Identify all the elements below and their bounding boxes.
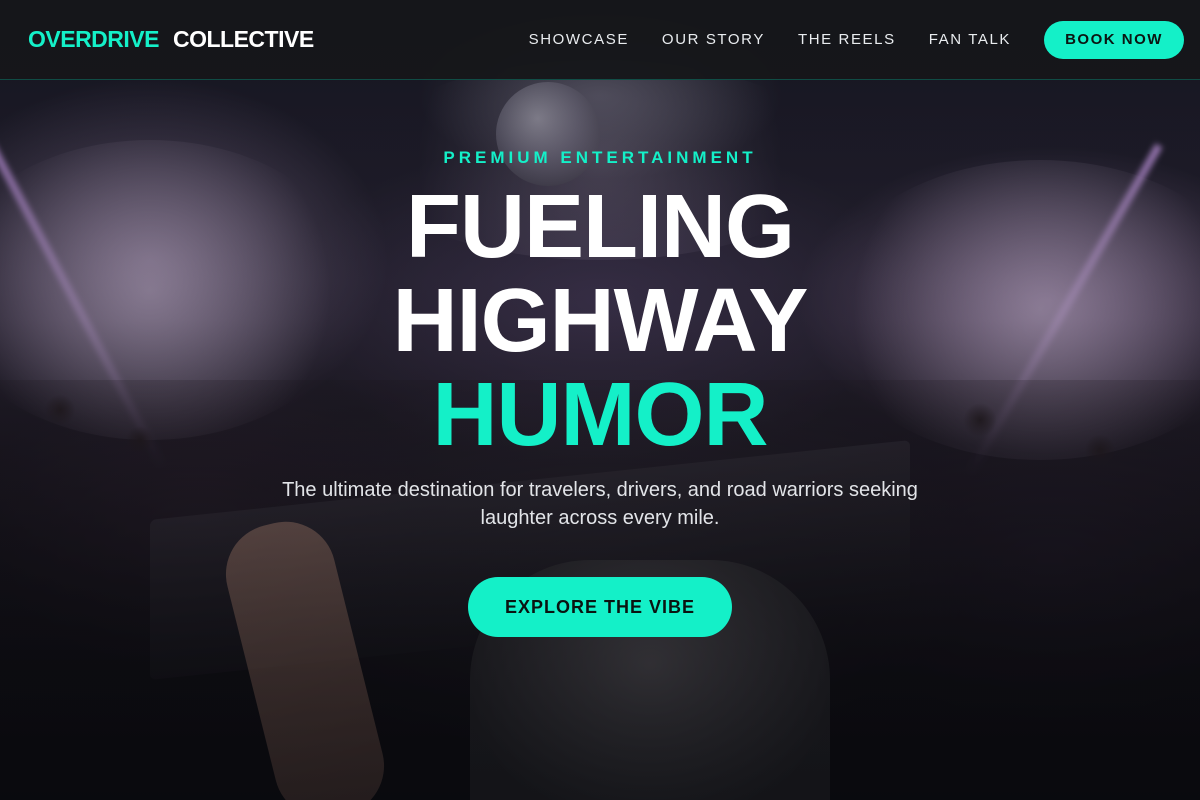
nav-link-fan-talk[interactable]: FAN TALK xyxy=(929,31,1011,48)
brand-name-accent: OVERDRIVE xyxy=(28,26,159,52)
nav-link-the-reels[interactable]: THE REELS xyxy=(798,31,896,48)
brand-logo[interactable]: OVERDRIVE COLLECTIVE xyxy=(28,26,314,53)
brand-name-main: COLLECTIVE xyxy=(172,26,314,52)
book-now-button[interactable]: BOOK NOW xyxy=(1044,20,1184,59)
hero-subtitle: The ultimate destination for travelers, … xyxy=(282,479,918,529)
hero-headline: FUELING HIGHWAY HUMOR xyxy=(392,177,809,465)
headline-line-3: HUMOR xyxy=(432,365,769,465)
explore-the-vibe-button[interactable]: EXPLORE THE VIBE xyxy=(468,577,732,637)
main-nav: SHOWCASE OUR STORY THE REELS FAN TALK BO… xyxy=(529,20,1184,59)
hero-section: PREMIUM ENTERTAINMENT FUELING HIGHWAY HU… xyxy=(0,80,1200,800)
headline-line-1: FUELING xyxy=(406,177,795,277)
headline-line-2: HIGHWAY xyxy=(392,271,809,371)
hero-eyebrow: PREMIUM ENTERTAINMENT xyxy=(443,148,757,167)
nav-link-our-story[interactable]: OUR STORY xyxy=(662,31,765,48)
top-navbar: OVERDRIVE COLLECTIVE SHOWCASE OUR STORY … xyxy=(0,0,1200,80)
nav-link-showcase[interactable]: SHOWCASE xyxy=(529,31,629,48)
